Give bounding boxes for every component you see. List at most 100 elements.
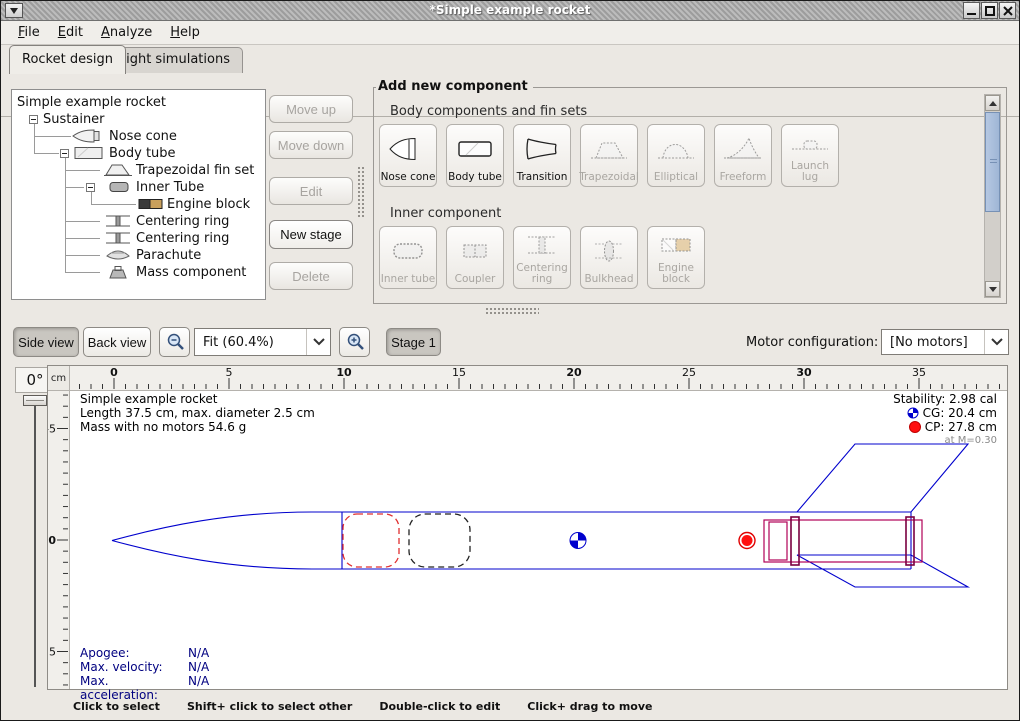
tree-item-sustainer[interactable]: Sustainer xyxy=(12,111,265,128)
motor-configuration-select[interactable]: [No motors] xyxy=(881,329,1009,355)
edit-button[interactable]: Edit xyxy=(269,177,353,205)
component-panel-scrollbar[interactable] xyxy=(984,94,1001,298)
status-hint: Shift+ click to select other xyxy=(187,700,352,713)
add-trapezoidal-fin-button[interactable]: Trapezoidal xyxy=(580,124,638,187)
scroll-up-icon[interactable] xyxy=(985,95,1000,111)
add-inner-tube-button[interactable]: Inner tube xyxy=(379,226,437,289)
bulkhead-icon xyxy=(581,227,637,274)
status-hint: Click+ drag to move xyxy=(527,700,652,713)
rocket-canvas[interactable]: cm 05101520253035 -505 xyxy=(47,365,1008,690)
coupler-icon xyxy=(447,227,503,274)
add-launch-lug-button[interactable]: Launch lug xyxy=(781,124,839,187)
openrocket-window: *Simple example rocket File Edit Analyze… xyxy=(0,0,1020,721)
tree-item-body-tube[interactable]: Body tube xyxy=(12,145,265,162)
menu-help[interactable]: Help xyxy=(161,23,209,42)
add-transition-button[interactable]: Transition xyxy=(513,124,571,187)
elliptical-fin-icon xyxy=(648,125,704,172)
menu-edit[interactable]: Edit xyxy=(49,23,92,42)
ruler-unit-label: cm xyxy=(48,366,70,391)
body-group-label: Body components and fin sets xyxy=(390,104,587,119)
zoom-in-button[interactable] xyxy=(339,327,370,357)
magnifier-plus-icon xyxy=(345,332,365,352)
tree-item-nose-cone[interactable]: Nose cone xyxy=(12,128,265,145)
tree-item-rocket[interactable]: Simple example rocket xyxy=(12,94,265,111)
inner-tube-icon xyxy=(380,227,436,274)
top-ruler: 05101520253035 xyxy=(70,366,1007,391)
svg-text:-5: -5 xyxy=(48,423,56,436)
tree-item-inner-tube[interactable]: Inner Tube xyxy=(12,179,265,196)
cg-marker xyxy=(570,533,586,549)
rocket-diagram[interactable] xyxy=(70,391,1007,689)
component-tree: Simple example rocket Sustainer Nose con… xyxy=(11,89,266,300)
window-title: *Simple example rocket xyxy=(1,3,1019,17)
svg-text:20: 20 xyxy=(566,366,582,379)
engine-block-icon xyxy=(648,227,704,263)
svg-text:0: 0 xyxy=(48,534,56,547)
menu-file[interactable]: File xyxy=(9,23,49,42)
add-engine-block-button[interactable]: Engine block xyxy=(647,226,705,289)
status-bar: Click to select Shift+ click to select o… xyxy=(1,693,1019,719)
back-view-button[interactable]: Back view xyxy=(83,327,151,357)
centering-ring-icon xyxy=(514,227,570,263)
side-view-button[interactable]: Side view xyxy=(13,327,79,357)
add-component-title: Add new component xyxy=(376,79,533,94)
scrollbar-thumb[interactable] xyxy=(985,112,1000,212)
horizontal-split-divider[interactable] xyxy=(485,307,539,316)
move-up-button[interactable]: Move up xyxy=(269,95,353,123)
body-tube-icon xyxy=(447,125,503,172)
svg-text:10: 10 xyxy=(336,366,352,379)
add-freeform-fin-button[interactable]: Freeform xyxy=(714,124,772,187)
move-down-button[interactable]: Move down xyxy=(269,131,353,159)
rotation-slider-handle[interactable] xyxy=(23,395,47,406)
svg-text:25: 25 xyxy=(682,366,696,379)
stage-1-toggle[interactable]: Stage 1 xyxy=(386,328,441,356)
tab-bar: Rocket design Flight simulations xyxy=(1,45,1019,73)
svg-text:5: 5 xyxy=(226,366,233,379)
collapse-toggle-icon[interactable] xyxy=(60,149,69,158)
add-component-panel: Add new component Body components and fi… xyxy=(373,87,1007,304)
svg-text:30: 30 xyxy=(796,366,812,379)
cp-marker xyxy=(739,533,755,549)
inner-group-label: Inner component xyxy=(390,206,501,221)
tree-item-mass-component[interactable]: Mass component xyxy=(12,264,265,281)
new-stage-button[interactable]: New stage xyxy=(269,220,353,249)
motor-configuration-label: Motor configuration: xyxy=(746,335,878,350)
tree-item-centering-ring-2[interactable]: Centering ring xyxy=(12,230,265,247)
chevron-down-icon xyxy=(306,329,330,355)
delete-button[interactable]: Delete xyxy=(269,262,353,290)
rotation-slider-track[interactable] xyxy=(34,401,36,687)
collapse-toggle-icon[interactable] xyxy=(29,115,38,124)
freeform-fin-icon xyxy=(715,125,771,172)
scroll-down-icon[interactable] xyxy=(985,281,1000,297)
status-hint: Click to select xyxy=(73,700,160,713)
svg-text:35: 35 xyxy=(912,366,926,379)
left-ruler: -505 xyxy=(48,391,70,689)
magnifier-minus-icon xyxy=(165,332,185,352)
launch-lug-icon xyxy=(782,125,838,161)
cg-legend-icon xyxy=(907,407,919,419)
collapse-toggle-icon[interactable] xyxy=(86,183,95,192)
zoom-level-select[interactable]: Fit (60.4%) xyxy=(194,328,331,356)
close-button[interactable] xyxy=(999,2,1016,19)
mass-component-icon xyxy=(103,265,133,283)
menu-bar: File Edit Analyze Help xyxy=(1,21,1019,45)
mass-component-outline xyxy=(409,514,470,567)
zoom-out-button[interactable] xyxy=(159,327,190,357)
add-centering-ring-button[interactable]: Centering ring xyxy=(513,226,571,289)
tree-item-trapezoidal-fin-set[interactable]: Trapezoidal fin set xyxy=(12,162,265,179)
tab-rocket-design[interactable]: Rocket design xyxy=(9,45,126,74)
tree-item-parachute[interactable]: Parachute xyxy=(12,247,265,264)
minimize-button[interactable] xyxy=(963,2,980,19)
cp-legend-icon xyxy=(909,421,921,433)
vertical-split-divider[interactable] xyxy=(357,166,365,218)
add-elliptical-fin-button[interactable]: Elliptical xyxy=(647,124,705,187)
add-coupler-button[interactable]: Coupler xyxy=(446,226,504,289)
transition-icon xyxy=(514,125,570,172)
maximize-button[interactable] xyxy=(981,2,998,19)
menu-analyze[interactable]: Analyze xyxy=(92,23,161,42)
add-body-tube-button[interactable]: Body tube xyxy=(446,124,504,187)
tree-item-centering-ring-1[interactable]: Centering ring xyxy=(12,213,265,230)
tree-item-engine-block[interactable]: Engine block xyxy=(12,196,265,213)
add-bulkhead-button[interactable]: Bulkhead xyxy=(580,226,638,289)
add-nose-cone-button[interactable]: Nose cone xyxy=(379,124,437,187)
